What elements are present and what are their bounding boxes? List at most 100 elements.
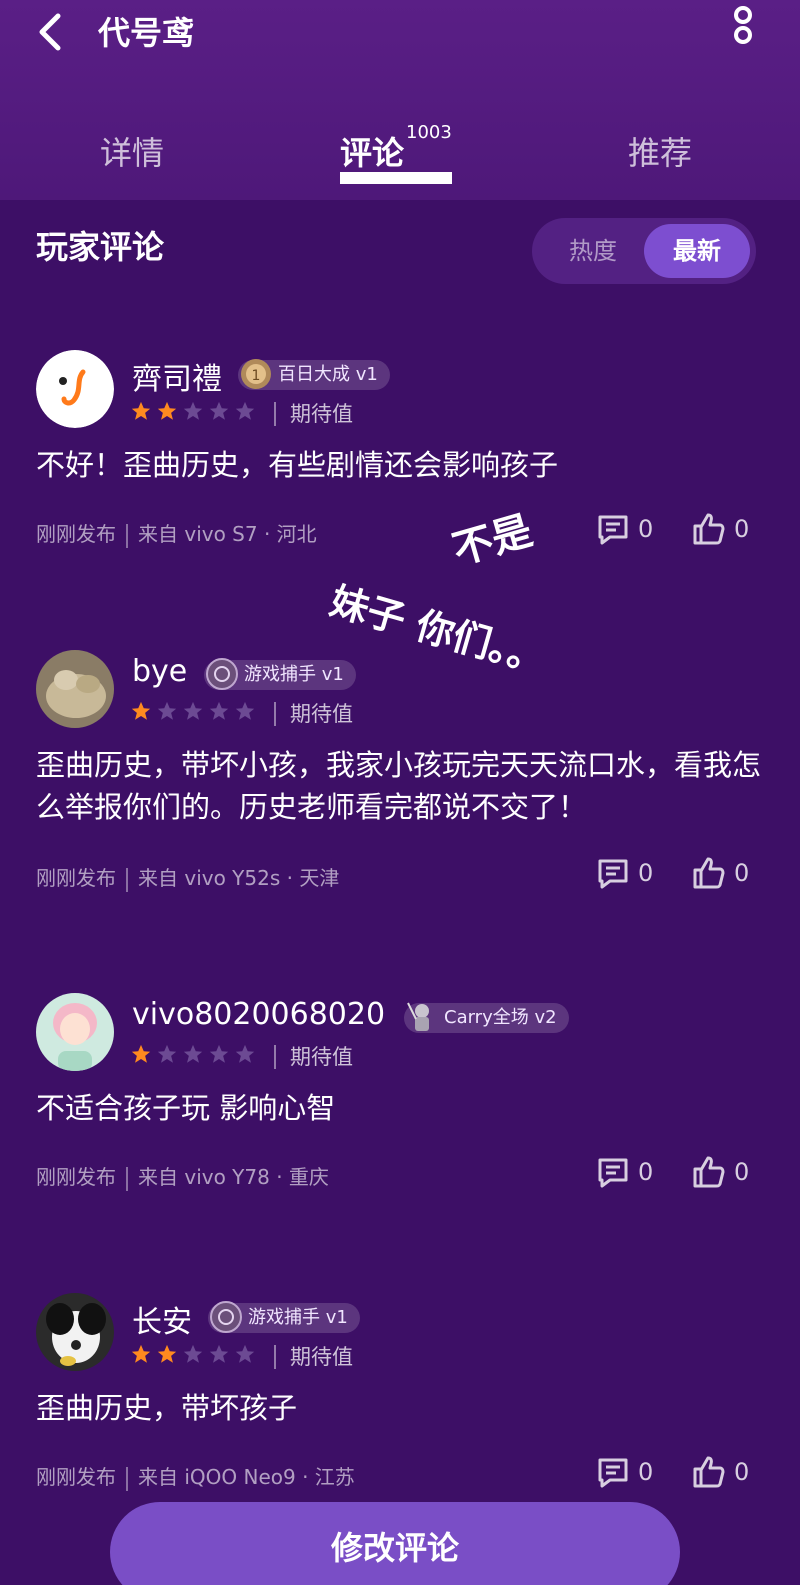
active-tab-indicator [340, 172, 452, 184]
avatar[interactable] [36, 350, 114, 428]
star-icon [157, 401, 177, 420]
star-icon [183, 401, 203, 420]
divider [274, 702, 276, 726]
review-meta: 刚刚发布 来自 vivo Y52s · 天津 [36, 862, 339, 892]
annotation-text-line1: 不是 [447, 507, 538, 574]
review-text: 歪曲历史，带坏小孩，我家小孩玩完天天流口水，看我怎么举报你们的。历史老师看完都说… [36, 748, 762, 824]
thumbs-up-icon [693, 1156, 725, 1188]
badge-label: 游戏捕手 v1 [244, 664, 344, 685]
star-icon [131, 1344, 151, 1363]
sort-option-hot[interactable]: 热度 [540, 224, 646, 278]
badge-label: 百日大成 v1 [278, 364, 378, 385]
star-icon [235, 401, 255, 420]
device-location: 来自 vivo S7 · 河北 [138, 522, 317, 546]
like-count: 0 [734, 1158, 750, 1186]
divider [126, 1166, 128, 1191]
divider [126, 867, 128, 892]
star-icon [183, 1044, 203, 1063]
user-badge: 游戏捕手 v1 [208, 1301, 360, 1333]
star-icon [157, 701, 177, 720]
more-options-icon[interactable] [728, 6, 758, 56]
star-icon [209, 401, 229, 420]
star-icon [157, 1344, 177, 1363]
review-text: 歪曲历史，带坏孩子 [36, 1391, 298, 1425]
star-icon [209, 1344, 229, 1363]
avatar[interactable] [36, 993, 114, 1071]
post-time: 刚刚发布 [36, 522, 116, 546]
comment-icon [598, 1458, 628, 1488]
rating-stars [130, 1043, 256, 1069]
rating-stars [130, 400, 256, 426]
comment-icon [598, 1158, 628, 1188]
svg-text:1: 1 [252, 368, 261, 384]
star-icon [183, 701, 203, 720]
game-catcher-icon [206, 658, 238, 690]
review-text: 不好！歪曲历史，有些剧情还会影响孩子 [36, 448, 559, 482]
star-icon [235, 1044, 255, 1063]
device-location: 来自 iQOO Neo9 · 江苏 [138, 1465, 355, 1489]
thumbs-up-icon [693, 513, 725, 545]
comment-icon [598, 859, 628, 889]
username[interactable]: 长安 [132, 1297, 192, 1341]
username[interactable]: bye [132, 654, 187, 689]
avatar[interactable] [36, 650, 114, 728]
rating-stars [130, 1343, 256, 1369]
tab-recommend[interactable]: 推荐 [628, 128, 692, 174]
review-meta: 刚刚发布 来自 iQOO Neo9 · 江苏 [36, 1461, 355, 1491]
tab-comments-label: 评论 [340, 134, 405, 172]
rating-label: 期待值 [290, 1345, 353, 1369]
divider [274, 402, 276, 426]
divider [126, 523, 128, 548]
review-meta: 刚刚发布 来自 vivo S7 · 河北 [36, 518, 317, 548]
star-icon [183, 1344, 203, 1363]
annotation-text-line2: 妹子 你们。。 [325, 578, 552, 683]
comment-count: 0 [638, 1458, 654, 1486]
comment-icon [598, 515, 628, 545]
badge-label: Carry全场 v2 [444, 1007, 557, 1028]
star-icon [131, 401, 151, 420]
star-icon [131, 1044, 151, 1063]
user-badge: 游戏捕手 v1 [204, 658, 356, 690]
thumbs-up-icon [693, 1456, 725, 1488]
tab-comments-count: 1003 [406, 122, 452, 144]
rating-label: 期待值 [290, 702, 353, 726]
device-location: 来自 vivo Y78 · 重庆 [138, 1165, 329, 1189]
sort-option-newest[interactable]: 最新 [644, 224, 750, 278]
username[interactable]: 齊司禮 [132, 354, 222, 398]
comment-count: 0 [638, 1158, 654, 1186]
star-icon [235, 701, 255, 720]
medal-icon: 1 [241, 359, 271, 389]
comment-count: 0 [638, 859, 654, 887]
star-icon [131, 701, 151, 720]
divider [274, 1345, 276, 1369]
sort-toggle: 热度 最新 [532, 218, 756, 284]
section-title: 玩家评论 [36, 228, 165, 266]
user-badge: Carry全场 v2 [404, 1002, 569, 1033]
post-time: 刚刚发布 [36, 1165, 116, 1189]
tab-details[interactable]: 详情 [100, 128, 164, 174]
edit-review-button[interactable]: 修改评论 [110, 1502, 680, 1585]
star-icon [157, 1044, 177, 1063]
post-time: 刚刚发布 [36, 866, 116, 890]
user-badge: 1 百日大成 v1 [238, 359, 390, 390]
star-icon [209, 1044, 229, 1063]
username[interactable]: vivo8020068020 [132, 997, 385, 1032]
comment-count: 0 [638, 515, 654, 543]
divider [126, 1466, 128, 1491]
like-count: 0 [734, 515, 750, 543]
tab-comments[interactable]: 评论1003 [340, 122, 452, 174]
page-title: 代号鸢 [98, 14, 195, 52]
avatar[interactable] [36, 1293, 114, 1371]
like-count: 0 [734, 859, 750, 887]
review-text: 不适合孩子玩 影响心智 [36, 1091, 336, 1125]
knight-icon [407, 1002, 429, 1031]
device-location: 来自 vivo Y52s · 天津 [138, 866, 340, 890]
back-arrow-icon[interactable] [30, 10, 74, 54]
star-icon [235, 1344, 255, 1363]
header: 代号鸢 详情 评论1003 推荐 [0, 0, 800, 200]
rating-label: 期待值 [290, 402, 353, 426]
like-count: 0 [734, 1458, 750, 1486]
divider [274, 1045, 276, 1069]
rating-stars [130, 700, 256, 726]
rating-label: 期待值 [290, 1045, 353, 1069]
